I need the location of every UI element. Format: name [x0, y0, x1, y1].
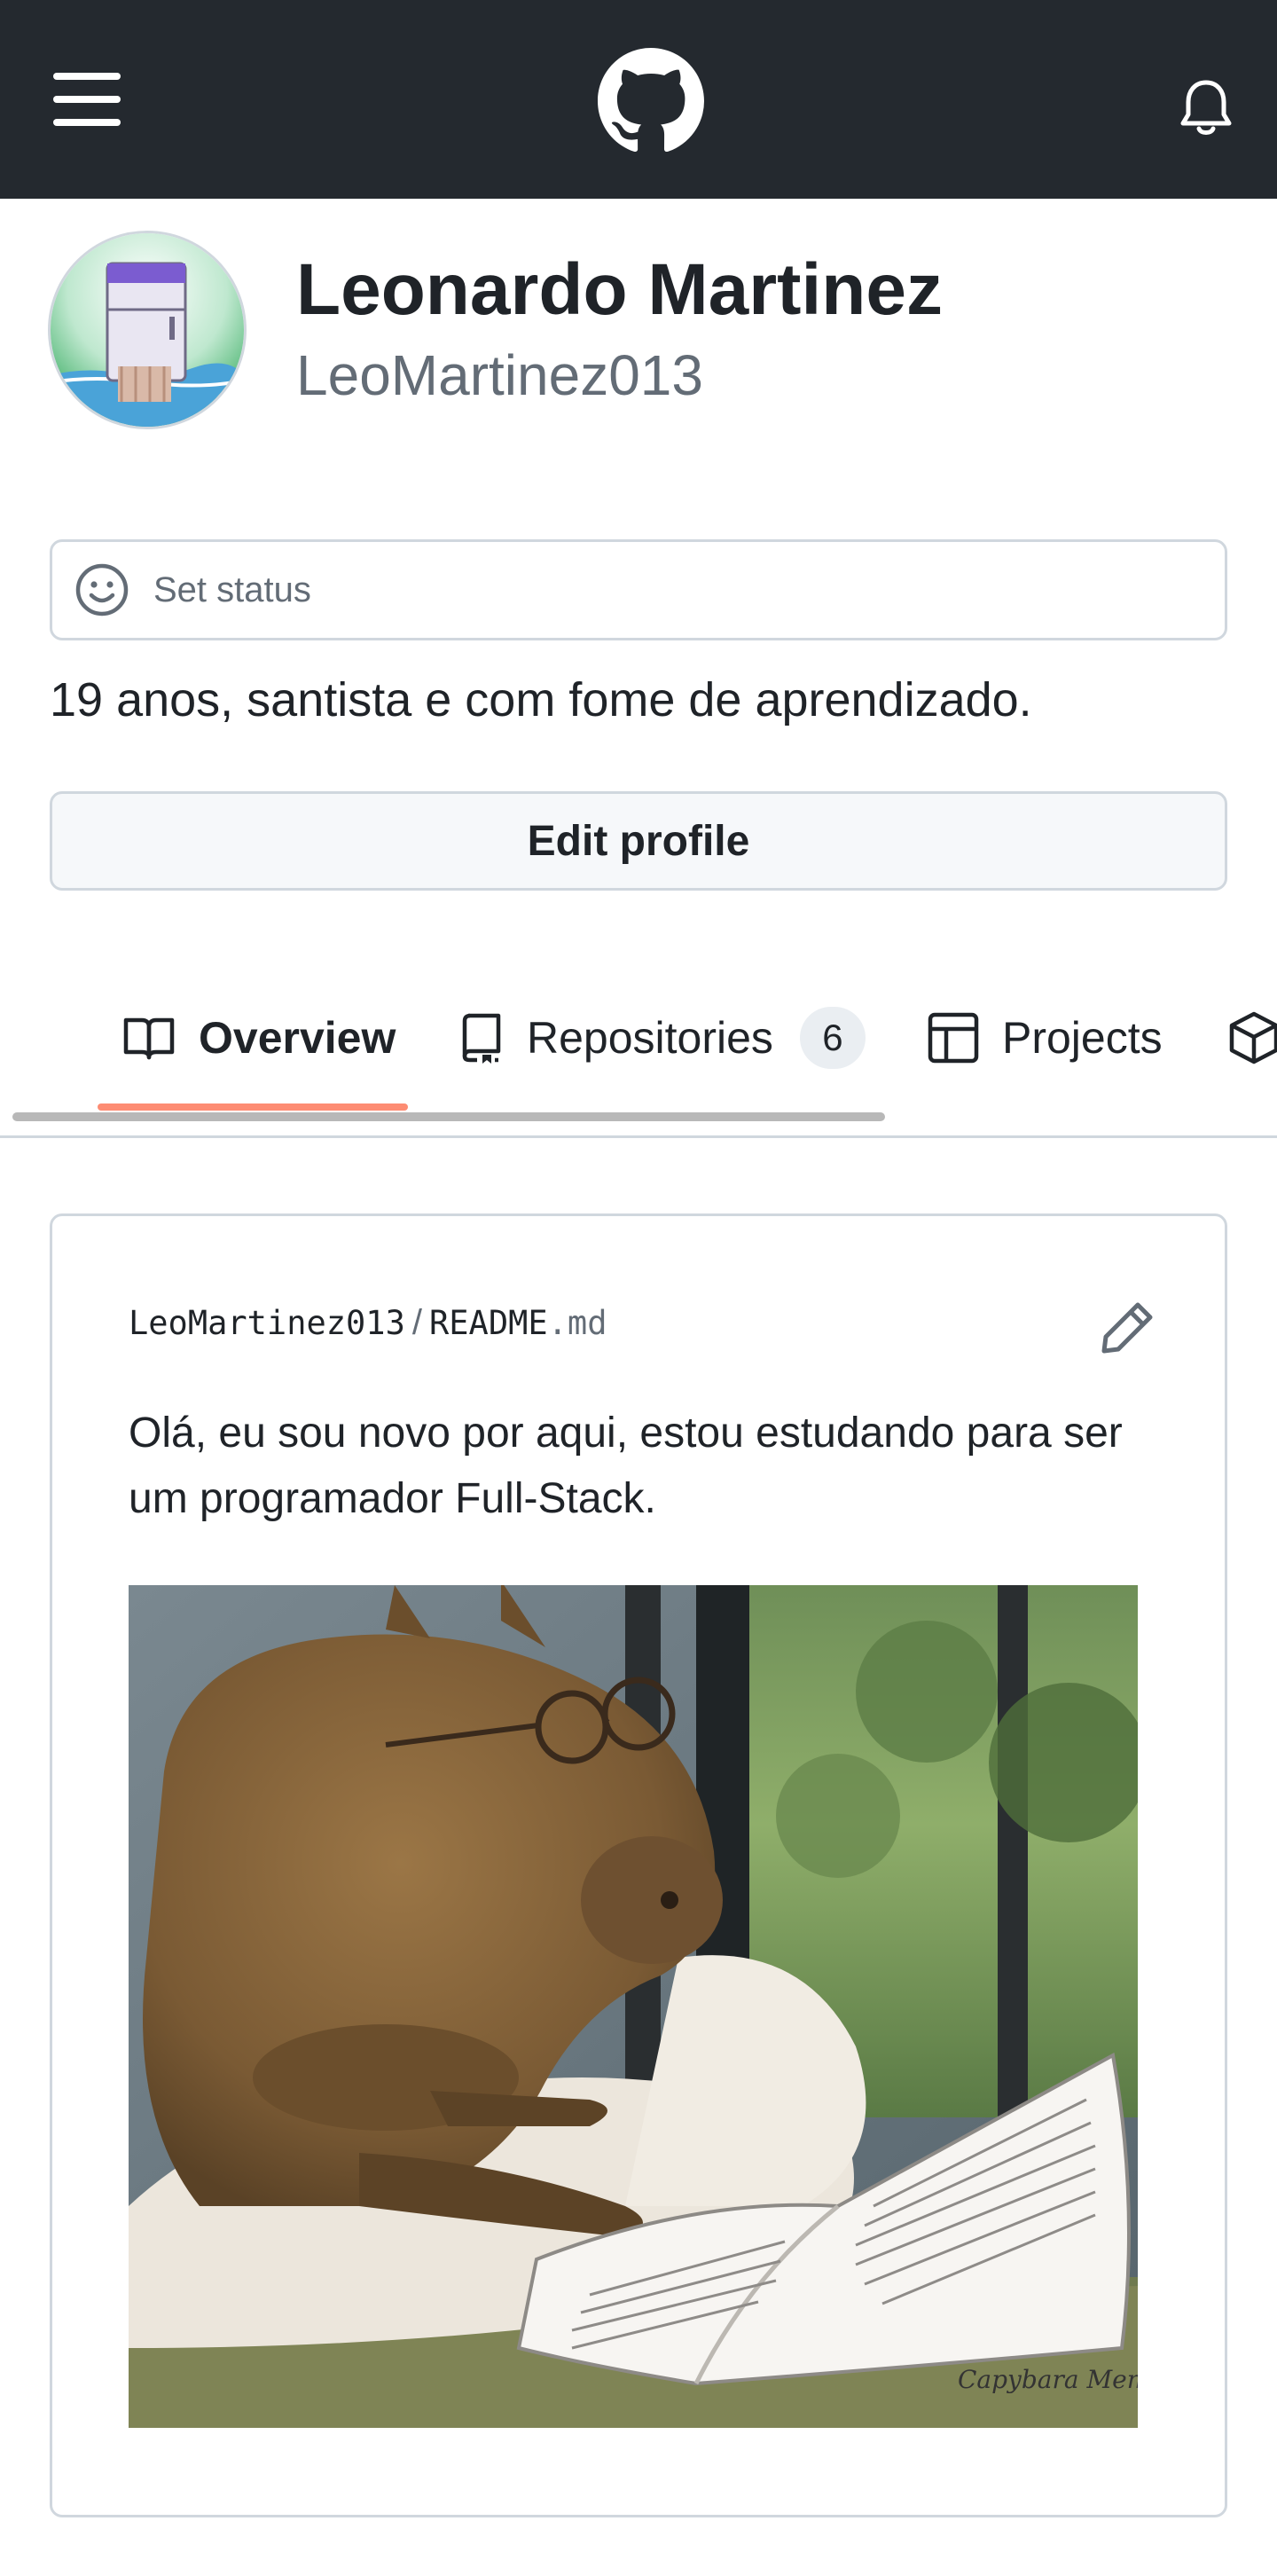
readme-card: LeoMartinez013/README.md Olá, eu sou nov… — [50, 1213, 1227, 2517]
tab-repositories[interactable]: Repositories 6 — [461, 958, 866, 1118]
repo-icon — [462, 1013, 501, 1064]
set-status-button[interactable]: Set status — [50, 539, 1227, 640]
active-tab-underline — [98, 1103, 408, 1111]
readme-file-extension[interactable]: .md — [548, 1304, 607, 1342]
table-icon — [928, 1012, 979, 1064]
readme-path: LeoMartinez013/README.md — [129, 1303, 607, 1343]
smiley-icon — [75, 563, 129, 617]
edit-profile-button[interactable]: Edit profile — [50, 791, 1227, 891]
tab-overview[interactable]: Overview — [122, 958, 396, 1118]
top-navigation-bar — [0, 0, 1277, 199]
readme-owner-link[interactable]: LeoMartinez013 — [129, 1304, 405, 1342]
image-watermark-text: Capybara Memes — [958, 2365, 1138, 2394]
readme-text: Olá, eu sou novo por aqui, estou estudan… — [129, 1410, 1123, 1522]
profile-bio: 19 anos, santista e com fome de aprendiz… — [50, 673, 1032, 726]
package-icon — [1229, 1011, 1277, 1064]
repositories-count-badge: 6 — [799, 1007, 866, 1069]
tab-projects-label: Projects — [1002, 1013, 1163, 1063]
set-status-label: Set status — [153, 569, 311, 609]
pencil-icon[interactable] — [1099, 1298, 1157, 1356]
profile-username: LeoMartinez013 — [296, 343, 703, 407]
tab-projects[interactable]: Projects — [928, 958, 1163, 1118]
avatar[interactable] — [48, 231, 247, 429]
profile-tabs: Overview Repositories 6 Projects — [0, 958, 1277, 1135]
tab-repositories-label: Repositories — [527, 1013, 773, 1063]
readme-filename[interactable]: README — [429, 1304, 548, 1342]
github-logo-icon[interactable] — [596, 46, 706, 156]
capybara-reading-image: Capybara Memes — [129, 1585, 1138, 2428]
tabs-divider — [0, 1135, 1277, 1138]
book-icon — [123, 1017, 175, 1060]
tab-overview-label: Overview — [199, 1013, 396, 1063]
bell-icon[interactable] — [1163, 64, 1249, 149]
tabs-scrollbar[interactable] — [12, 1112, 885, 1121]
profile-full-name: Leonardo Martinez — [296, 249, 943, 330]
hamburger-menu-icon[interactable] — [43, 55, 131, 144]
readme-path-separator: / — [411, 1303, 422, 1342]
tab-packages[interactable] — [1229, 958, 1277, 1118]
